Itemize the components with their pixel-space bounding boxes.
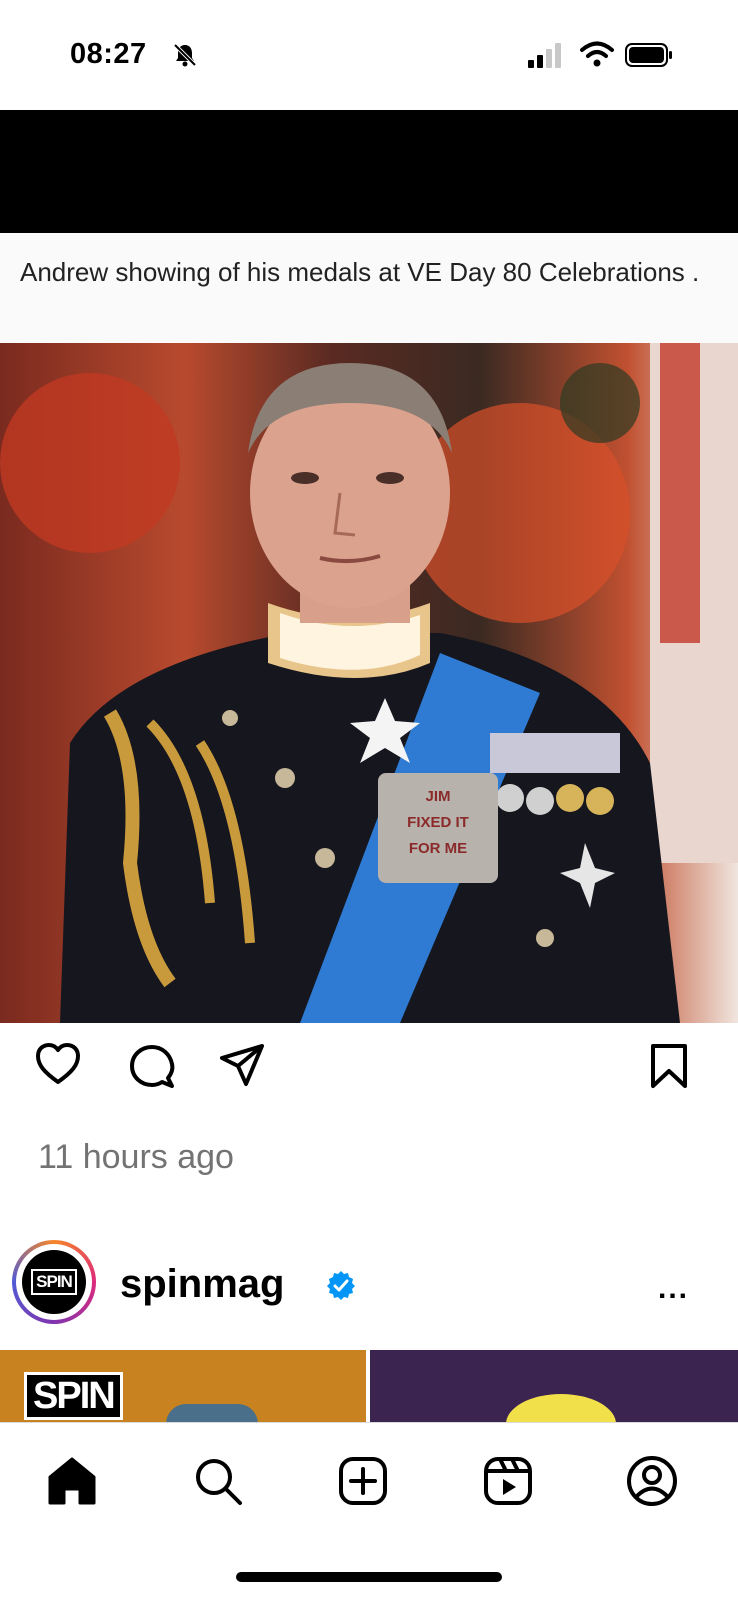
post-photo[interactable]: JIM FIXED IT FOR ME bbox=[0, 343, 738, 1023]
post-caption: Andrew showing of his medals at VE Day 8… bbox=[20, 257, 700, 287]
redacted-banner bbox=[0, 110, 738, 233]
status-time: 08:27 bbox=[70, 38, 147, 70]
svg-text:FIXED IT: FIXED IT bbox=[407, 814, 469, 831]
svg-text:JIM: JIM bbox=[425, 788, 450, 805]
more-options-button[interactable]: ... bbox=[658, 1272, 689, 1306]
username[interactable]: spinmag bbox=[120, 1262, 284, 1307]
heart-icon[interactable] bbox=[34, 1040, 82, 1088]
profile-icon[interactable] bbox=[624, 1453, 680, 1509]
avatar[interactable]: SPIN bbox=[12, 1240, 96, 1324]
preview-light bbox=[506, 1394, 616, 1422]
wifi-icon bbox=[580, 41, 614, 67]
create-icon[interactable] bbox=[335, 1453, 391, 1509]
cellular-signal-icon bbox=[528, 43, 561, 68]
bookmark-icon[interactable] bbox=[645, 1042, 693, 1090]
preview-shape bbox=[166, 1404, 258, 1422]
post-photo-illustration: JIM FIXED IT FOR ME bbox=[0, 343, 738, 1023]
avatar-text: SPIN bbox=[31, 1269, 77, 1295]
preview-image-left: SPIN bbox=[0, 1350, 366, 1422]
verified-badge-icon bbox=[327, 1271, 355, 1300]
home-indicator bbox=[236, 1572, 502, 1582]
preview-image-right bbox=[370, 1350, 738, 1422]
post-caption-box: Andrew showing of his medals at VE Day 8… bbox=[0, 233, 738, 343]
reels-icon[interactable] bbox=[480, 1453, 536, 1509]
bell-slash-icon bbox=[173, 43, 197, 67]
search-icon[interactable] bbox=[190, 1453, 246, 1509]
share-icon[interactable] bbox=[218, 1042, 266, 1090]
spin-avatar-logo: SPIN bbox=[22, 1250, 86, 1314]
status-bar: 08:27 bbox=[0, 0, 738, 110]
spin-logo: SPIN bbox=[24, 1372, 123, 1420]
next-post-preview[interactable]: SPIN bbox=[0, 1350, 738, 1422]
post-timestamp: 11 hours ago bbox=[38, 1138, 234, 1176]
post-actions bbox=[0, 1040, 738, 1120]
battery-icon bbox=[625, 43, 672, 67]
comment-icon[interactable] bbox=[128, 1042, 176, 1090]
svg-text:FOR ME: FOR ME bbox=[409, 840, 467, 857]
home-icon[interactable] bbox=[44, 1453, 100, 1509]
